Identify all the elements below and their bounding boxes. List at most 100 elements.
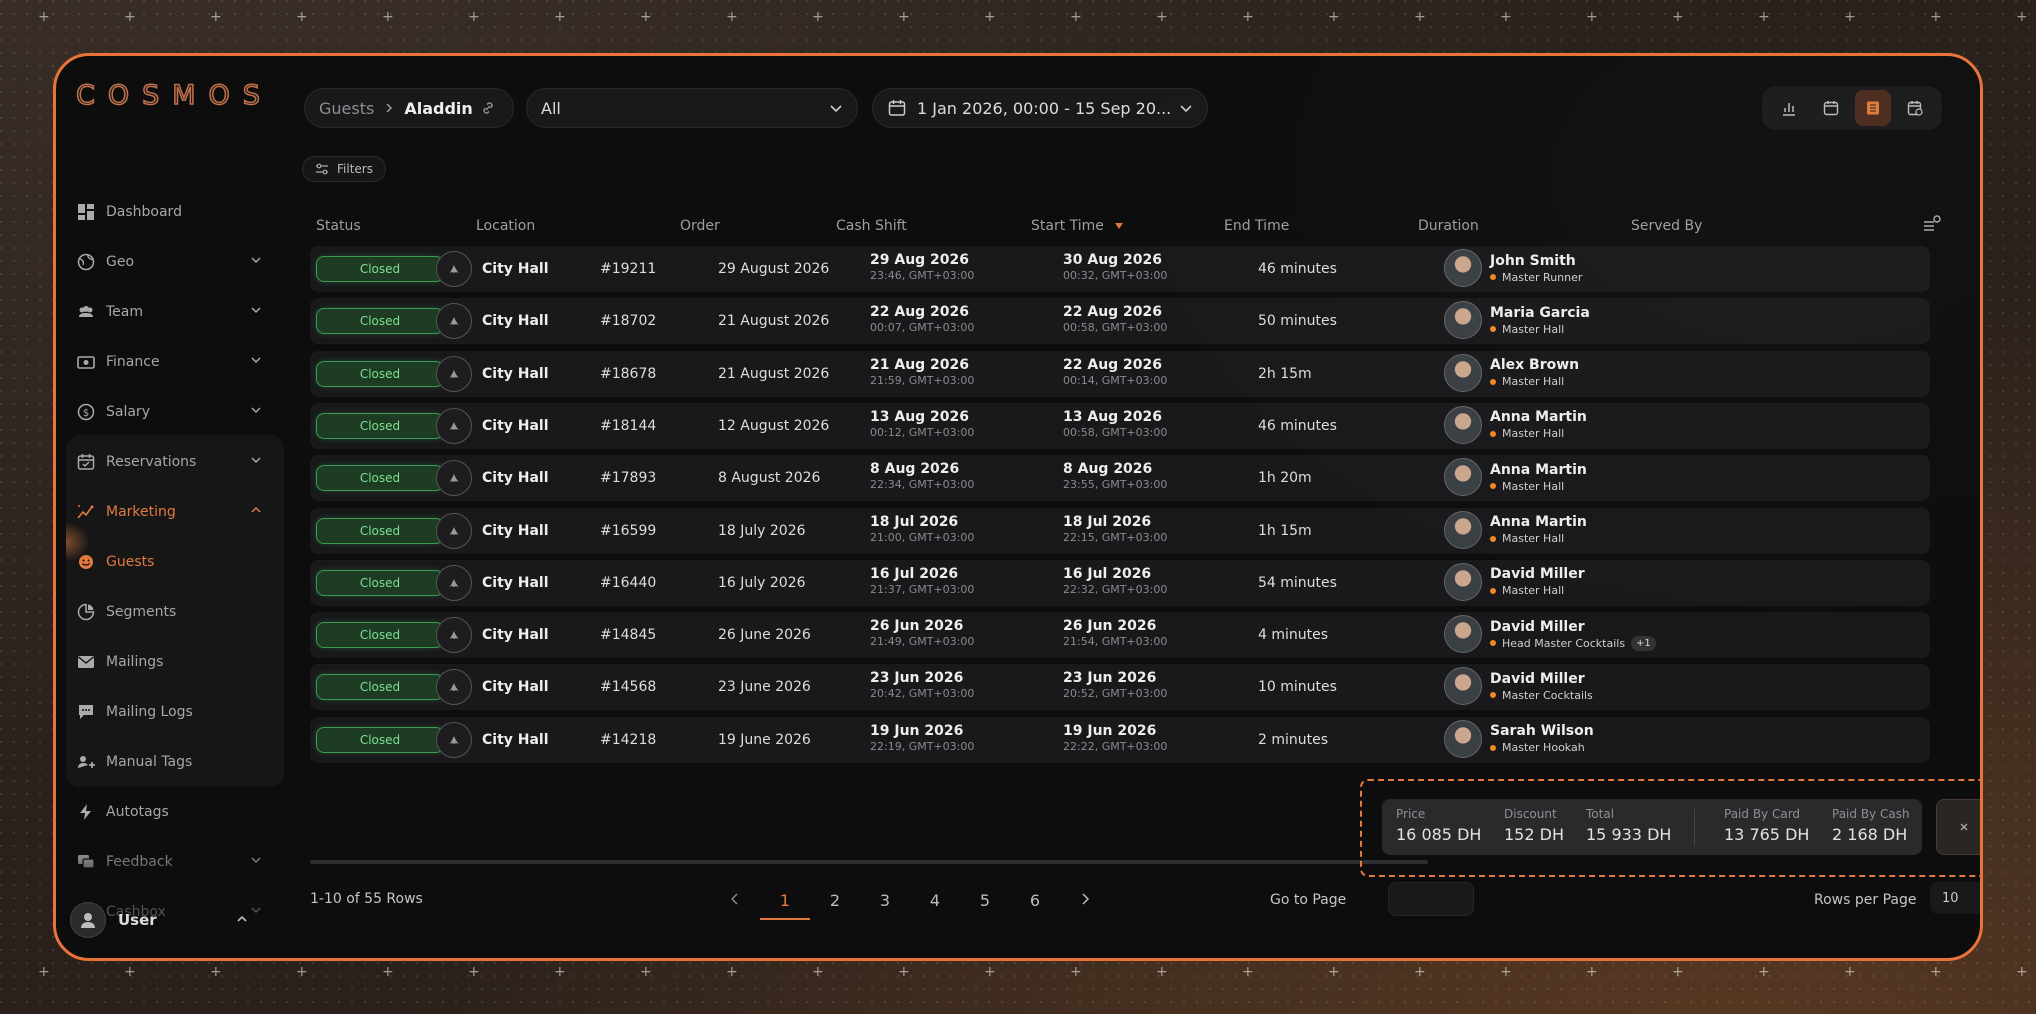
- end-date: 16 Jul 2026: [1063, 565, 1152, 582]
- staff-avatar: [1444, 353, 1482, 392]
- segments-icon: [76, 602, 96, 622]
- chart-view-button[interactable]: [1771, 90, 1807, 126]
- link-icon[interactable]: [481, 101, 495, 115]
- served-by[interactable]: Sarah Wilson Master Hookah: [1444, 719, 1594, 758]
- order-number[interactable]: #18702: [600, 298, 656, 344]
- column-header-order[interactable]: Order: [680, 218, 720, 234]
- table-row[interactable]: Closed City Hall #14845 26 June 2026 26 Jun …: [310, 612, 1930, 659]
- location-name: City Hall: [482, 365, 549, 382]
- order-number[interactable]: #17893: [600, 455, 656, 501]
- sidebar-item-segments[interactable]: Segments: [76, 594, 276, 630]
- column-header-served-by[interactable]: Served By: [1631, 218, 1702, 234]
- cash-value: 2 168 DH: [1832, 825, 1908, 844]
- start-clock: 22:19, GMT+03:00: [870, 739, 975, 753]
- close-summary-button[interactable]: [1936, 799, 1980, 855]
- table-row[interactable]: Closed City Hall #14568 23 June 2026 23 Jun …: [310, 664, 1930, 711]
- cash-label: Paid By Cash: [1832, 807, 1910, 821]
- sidebar-item-salary[interactable]: $ Salary: [76, 394, 276, 430]
- page-button[interactable]: 6: [1010, 884, 1060, 920]
- filters-button[interactable]: Filters: [302, 156, 386, 182]
- served-by[interactable]: David Miller Master Cocktails: [1444, 667, 1593, 706]
- column-header-duration[interactable]: Duration: [1418, 218, 1479, 234]
- sidebar-item-manual-tags[interactable]: Manual Tags: [76, 744, 276, 780]
- served-by[interactable]: Anna Martin Master Hall: [1444, 510, 1587, 549]
- page-button[interactable]: 3: [860, 884, 910, 920]
- horizontal-scrollbar[interactable]: [310, 860, 1428, 864]
- table-row[interactable]: Closed City Hall #14218 19 June 2026 19 Jun …: [310, 716, 1930, 763]
- calendar-icon: [1823, 101, 1839, 116]
- staff-name: Maria Garcia: [1490, 304, 1590, 321]
- page-button[interactable]: 1: [760, 884, 810, 920]
- end-clock: 22:32, GMT+03:00: [1063, 582, 1168, 596]
- main-content: Guests Aladdin All 1 Jan 2026, 00:00 - 1…: [286, 56, 1980, 958]
- order-number[interactable]: #18678: [600, 351, 656, 397]
- sidebar-item-mailings[interactable]: Mailings: [76, 644, 276, 680]
- column-header-end-time[interactable]: End Time: [1224, 218, 1289, 234]
- order-number[interactable]: #14218: [600, 717, 656, 763]
- list-view-button[interactable]: [1855, 90, 1891, 126]
- page-button[interactable]: 4: [910, 884, 960, 920]
- page-button[interactable]: 5: [960, 884, 1010, 920]
- table-row[interactable]: Closed City Hall #18678 21 August 2026 21 Au…: [310, 350, 1930, 397]
- sidebar-item-team[interactable]: Team: [76, 294, 276, 330]
- prev-page-button[interactable]: [710, 884, 760, 920]
- table-row[interactable]: Closed City Hall #18144 12 August 2026 13 Au…: [310, 402, 1930, 449]
- status-badge: Closed: [316, 308, 444, 335]
- served-by[interactable]: David Miller Master Hall: [1444, 562, 1585, 601]
- order-number[interactable]: #16599: [600, 508, 656, 554]
- scope-select[interactable]: All: [526, 88, 858, 128]
- table-row[interactable]: Closed City Hall #17893 8 August 2026 8 Aug …: [310, 455, 1930, 502]
- table-row[interactable]: Closed City Hall #16599 18 July 2026 18 Jul …: [310, 507, 1930, 554]
- end-date: 22 Aug 2026: [1063, 356, 1163, 373]
- table-row[interactable]: Closed City Hall #18702 21 August 2026 22 Au…: [310, 298, 1930, 345]
- breadcrumb: Guests Aladdin: [304, 88, 514, 128]
- order-number[interactable]: #18144: [600, 403, 656, 449]
- column-header-location[interactable]: Location: [476, 218, 535, 234]
- sidebar-item-geo[interactable]: Geo: [76, 244, 276, 280]
- calendar-view-button[interactable]: [1813, 90, 1849, 126]
- order-number[interactable]: #16440: [600, 560, 656, 606]
- sidebar-item-mailing-logs[interactable]: Mailing Logs: [76, 694, 276, 730]
- served-by[interactable]: Anna Martin Master Hall: [1444, 458, 1587, 497]
- order-number[interactable]: #14845: [600, 612, 656, 658]
- column-header-status[interactable]: Status: [316, 218, 361, 234]
- staff-name: David Miller: [1490, 566, 1585, 583]
- served-by[interactable]: John Smith Master Runner: [1444, 249, 1582, 287]
- table-row[interactable]: Closed City Hall #16440 16 July 2026 16 Jul …: [310, 559, 1930, 606]
- extra-roles-badge[interactable]: +1: [1631, 635, 1656, 651]
- order-number[interactable]: #19211: [600, 246, 656, 292]
- rows-per-page-select[interactable]: 10: [1930, 882, 1980, 914]
- user-menu[interactable]: User: [70, 898, 266, 942]
- brand-logo[interactable]: COSMOS: [75, 79, 273, 112]
- sidebar-item-reservations[interactable]: Reservations: [76, 444, 276, 480]
- goto-page-label: Go to Page: [1270, 892, 1347, 908]
- served-by[interactable]: Anna Martin Master Hall: [1444, 405, 1587, 444]
- goto-page-input[interactable]: [1388, 882, 1474, 916]
- bg-plus-mark: +: [1500, 9, 1512, 25]
- page-button[interactable]: 2: [810, 884, 860, 920]
- status-badge: Closed: [316, 569, 444, 596]
- start-time: 23 Jun 2026 20:42, GMT+03:00: [870, 669, 974, 701]
- sidebar-item-autotags[interactable]: Autotags: [76, 794, 276, 830]
- column-settings-button[interactable]: [1922, 214, 1942, 238]
- close-icon: [1960, 823, 1968, 831]
- served-by[interactable]: David Miller Head Master Cocktails +1: [1444, 615, 1656, 654]
- breadcrumb-parent[interactable]: Guests: [319, 99, 374, 118]
- served-by[interactable]: Maria Garcia Master Hall: [1444, 301, 1590, 340]
- sidebar-item-dashboard[interactable]: Dashboard: [76, 194, 276, 230]
- chevron-down-icon: [1180, 105, 1192, 113]
- sidebar-item-finance[interactable]: Finance: [76, 344, 276, 380]
- sidebar-item-guests[interactable]: Guests: [76, 544, 276, 580]
- date-range-picker[interactable]: 1 Jan 2026, 00:00 - 15 Sep 20...: [872, 88, 1208, 128]
- column-header-start-time[interactable]: Start Time: [1031, 218, 1124, 234]
- column-header-cash-shift[interactable]: Cash Shift: [836, 218, 907, 234]
- sidebar-item-marketing[interactable]: Marketing: [76, 494, 276, 530]
- order-number[interactable]: #14568: [600, 664, 656, 710]
- card-total: Paid By Card 13 765 DH: [1724, 807, 1809, 844]
- schedule-view-button[interactable]: [1897, 90, 1933, 126]
- served-by[interactable]: Alex Brown Master Hall: [1444, 353, 1579, 392]
- start-date: 18 Jul 2026: [870, 513, 959, 530]
- table-row[interactable]: Closed City Hall #19211 29 August 2026 29 Au…: [310, 246, 1930, 292]
- next-page-button[interactable]: [1060, 884, 1110, 920]
- cash-shift: 21 August 2026: [718, 365, 830, 382]
